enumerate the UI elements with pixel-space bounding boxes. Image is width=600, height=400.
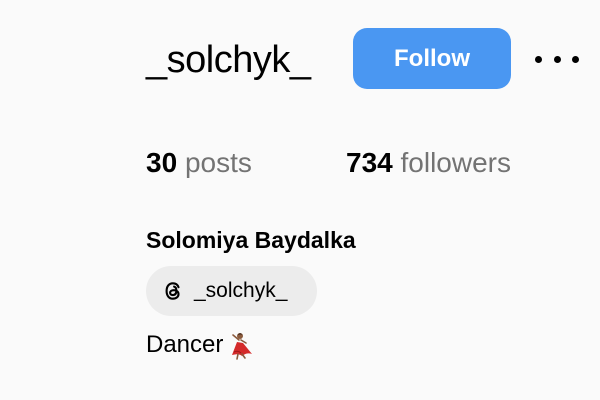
posts-label: posts	[184, 147, 252, 178]
followers-label: followers	[400, 147, 511, 178]
dot	[553, 55, 561, 63]
more-options-icon[interactable]	[535, 48, 579, 70]
profile-full-name: Solomiya Baydalka	[146, 227, 356, 253]
threads-handle: _solchyk_	[194, 279, 288, 302]
posts-stat[interactable]: 30 posts	[146, 146, 252, 180]
profile-username: _solchyk_	[146, 39, 311, 81]
follow-button[interactable]: Follow	[353, 28, 511, 89]
threads-link[interactable]: _solchyk_	[146, 266, 317, 316]
profile-header: _solchyk_ Follow 30 posts 734 followers …	[0, 0, 600, 400]
dancer-emoji-icon	[225, 330, 255, 360]
dot	[572, 55, 579, 63]
bio-text: Dancer	[146, 331, 224, 358]
followers-stat[interactable]: 734 followers	[346, 146, 511, 180]
profile-bio: Dancer	[146, 330, 255, 360]
threads-icon	[160, 278, 186, 304]
posts-count: 30	[146, 147, 178, 178]
followers-count: 734	[346, 147, 393, 178]
dot	[535, 55, 542, 63]
